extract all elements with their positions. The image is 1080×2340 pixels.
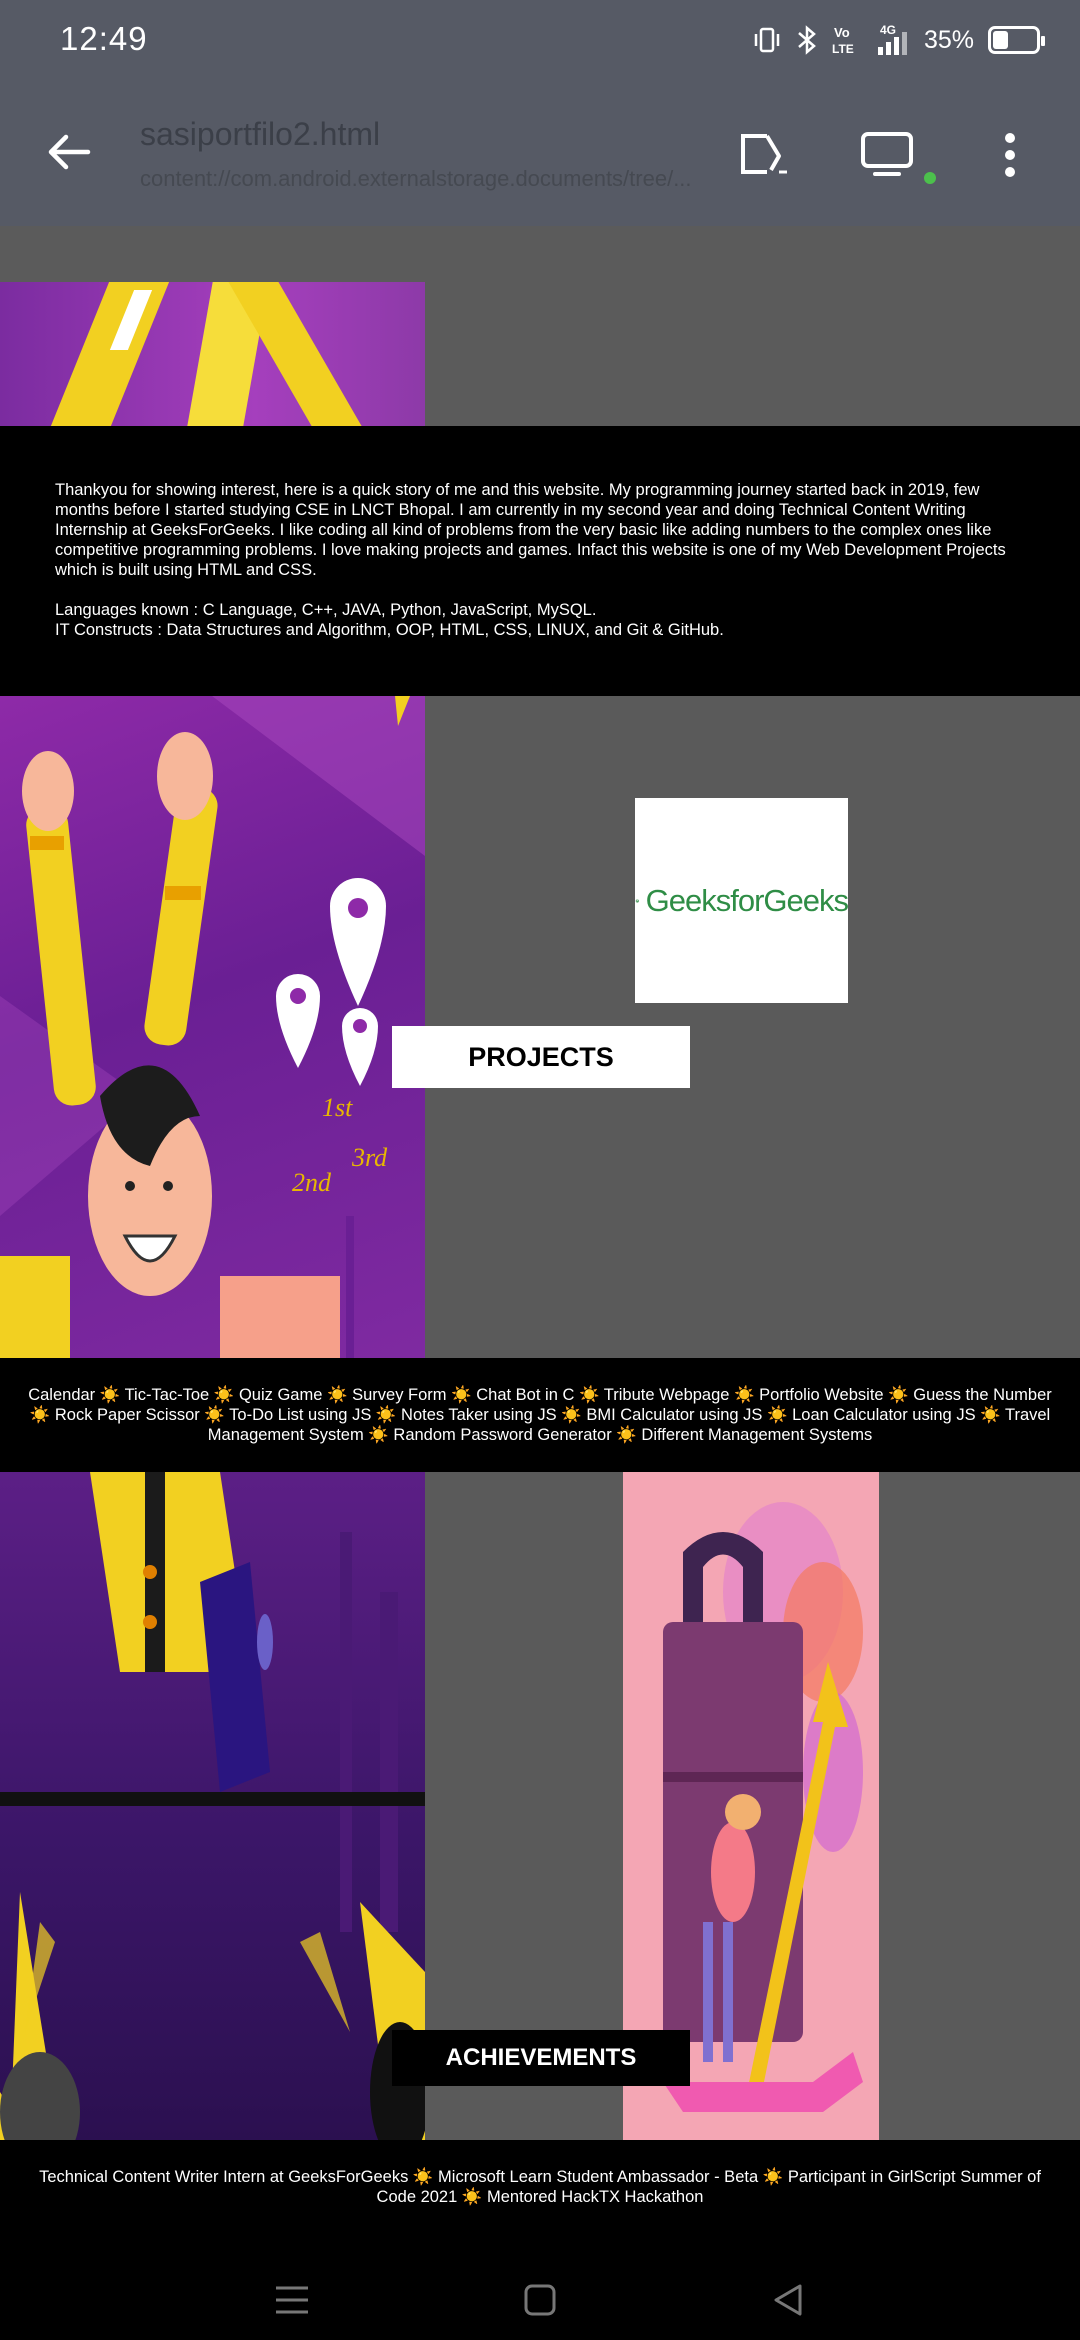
geeksforgeeks-logo: GeeksforGeeks [635, 798, 849, 1003]
recents-menu-icon[interactable] [262, 2278, 322, 2322]
podium-label-3: 3rd [351, 1143, 388, 1172]
status-bar: 12:49 Vo LTE 4G 35% [0, 0, 1080, 80]
languages-known: Languages known : C Language, C++, JAVA,… [55, 601, 597, 619]
gfg-logo-text: GeeksforGeeks [645, 882, 849, 918]
svg-text:LTE: LTE [832, 42, 854, 56]
svg-text:Vo: Vo [834, 25, 850, 40]
projects-list: Calendar ☀️ Tic-Tac-Toe ☀️ Quiz Game ☀️ … [0, 1358, 1080, 1472]
navigation-bar [0, 2260, 1080, 2340]
hero-image [0, 282, 425, 426]
status-dot [924, 172, 936, 184]
podium-label-1: 1st [322, 1093, 353, 1122]
battery-percent: 35% [923, 25, 974, 54]
it-constructs: IT Constructs : Data Structures and Algo… [55, 621, 724, 639]
page-title: sasiportfilo2.html [140, 116, 381, 152]
hero-strip [0, 226, 1080, 426]
back-triangle-icon[interactable] [758, 2278, 818, 2322]
vibrate-icon [752, 25, 782, 55]
gfg-icon [635, 899, 639, 902]
home-square-icon[interactable] [510, 2278, 570, 2322]
about-story: Thankyou for showing interest, here is a… [55, 481, 1006, 579]
more-vert-icon[interactable] [975, 120, 1045, 190]
app-bar: sasiportfilo2.html content://com.android… [0, 80, 1080, 226]
achievements-section: ACHIEVEMENTS [0, 1472, 1080, 2140]
bluetooth-icon [796, 24, 818, 56]
achievements-heading: ACHIEVEMENTS [392, 2030, 690, 2086]
back-arrow-icon[interactable] [40, 122, 100, 182]
projects-section: 2nd 1st 3rd GeeksforGeeks PROJECTS [0, 696, 1080, 1358]
podium-label-2: 2nd [292, 1168, 332, 1197]
file-path: content://com.android.externalstorage.do… [140, 166, 692, 191]
achievements-image-left [0, 1472, 425, 2140]
projects-heading: PROJECTS [392, 1026, 690, 1088]
cast-icon[interactable] [730, 120, 800, 190]
volte-icon: Vo LTE [832, 23, 858, 57]
status-icons: Vo LTE 4G 35% [752, 20, 1045, 60]
projects-image: 2nd 1st 3rd [0, 696, 425, 1358]
signal-icon: 4G [872, 23, 910, 57]
svg-text:4G: 4G [880, 23, 896, 37]
desktop-mode-icon[interactable] [852, 120, 922, 190]
status-time: 12:49 [60, 20, 148, 57]
about-section: Thankyou for showing interest, here is a… [0, 426, 1080, 696]
battery-icon [988, 26, 1045, 54]
battery-fill [993, 31, 1008, 49]
web-page: Thankyou for showing interest, here is a… [0, 226, 1080, 2260]
achievements-list: Technical Content Writer Intern at Geeks… [0, 2140, 1080, 2260]
